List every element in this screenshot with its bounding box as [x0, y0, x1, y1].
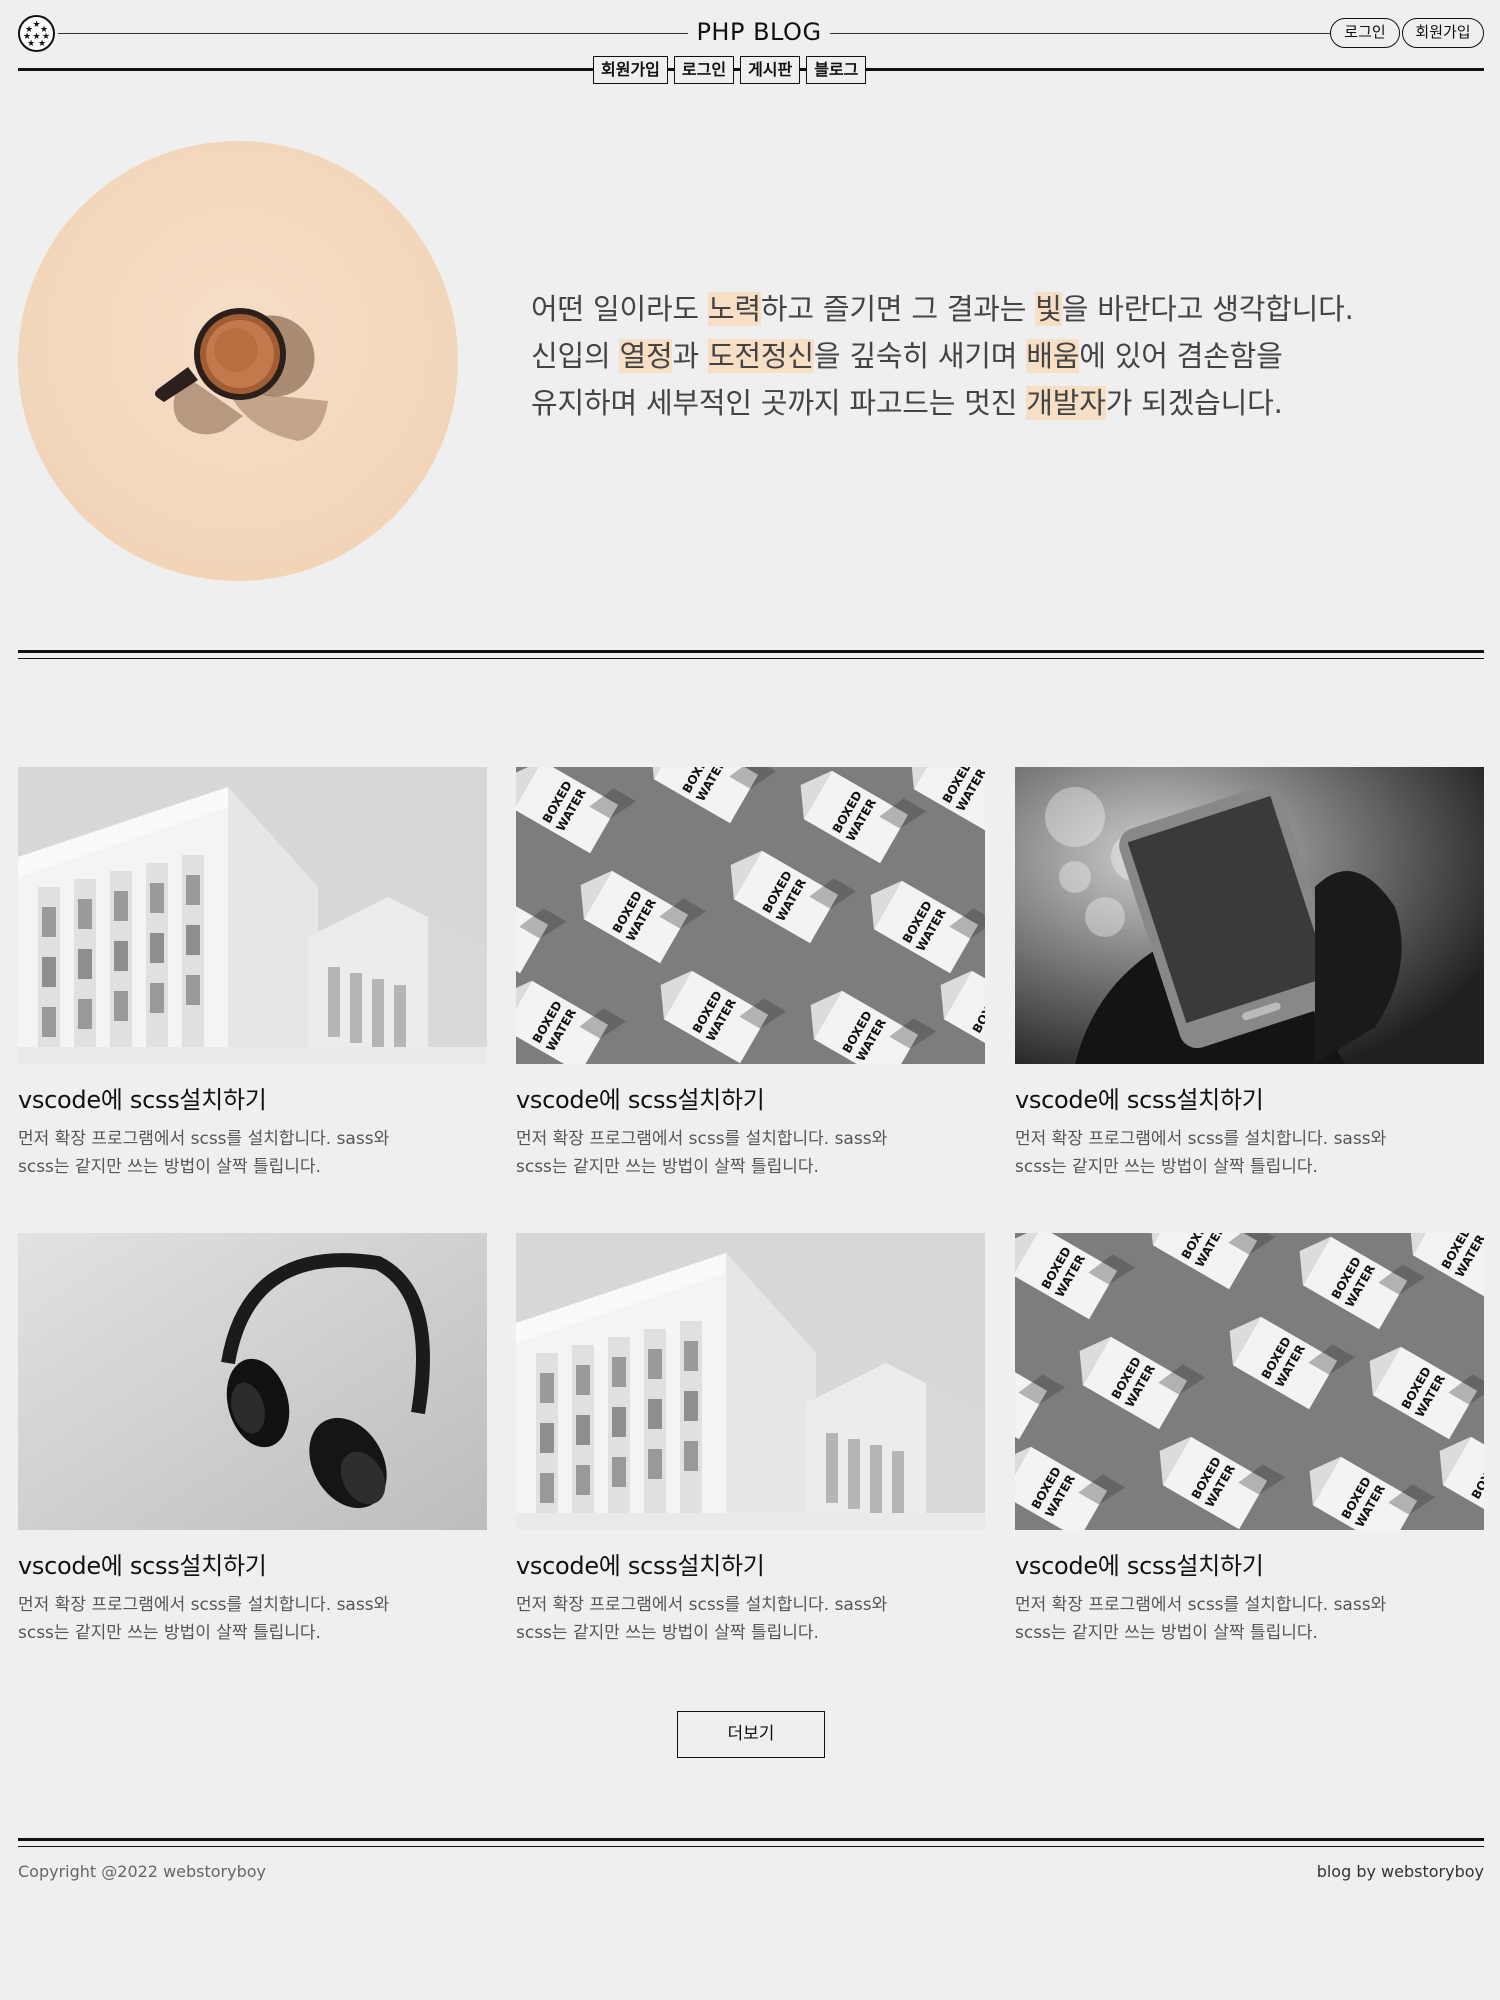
hero-highlight: 열정 — [619, 339, 673, 373]
post-thumbnail[interactable] — [18, 1233, 487, 1530]
post-excerpt: 먼저 확장 프로그램에서 scss를 설치합니다. sass와 scss는 같지… — [1015, 1125, 1484, 1181]
hero-highlight: 빛 — [1035, 292, 1062, 326]
post-excerpt: 먼저 확장 프로그램에서 scss를 설치합니다. sass와 scss는 같지… — [1015, 1591, 1484, 1647]
post-title[interactable]: vscode에 scss설치하기 — [1015, 1546, 1484, 1581]
hero-text-segment: 유지하며 세부적인 곳까지 파고드는 멋진 — [531, 386, 1027, 420]
header-line-left — [58, 33, 688, 34]
post-excerpt-line: 먼저 확장 프로그램에서 scss를 설치합니다. sass와 — [1015, 1595, 1387, 1615]
section-divider — [18, 650, 1484, 659]
hero-line: 어떤 일이라도 노력하고 즐기면 그 결과는 빛을 바란다고 생각합니다. — [531, 286, 1491, 333]
post-title[interactable]: vscode에 scss설치하기 — [18, 1546, 487, 1581]
post-card[interactable]: vscode에 scss설치하기 먼저 확장 프로그램에서 scss를 설치합니… — [516, 1233, 985, 1647]
footer-divider — [18, 1838, 1484, 1847]
post-card[interactable]: vscode에 scss설치하기 먼저 확장 프로그램에서 scss를 설치합니… — [18, 1233, 487, 1647]
hero-text-segment: 어떤 일이라도 — [531, 292, 708, 326]
post-title[interactable]: vscode에 scss설치하기 — [516, 1546, 985, 1581]
post-excerpt: 먼저 확장 프로그램에서 scss를 설치합니다. sass와 scss는 같지… — [18, 1125, 487, 1181]
header-line-right — [830, 33, 1346, 34]
post-title[interactable]: vscode에 scss설치하기 — [1015, 1080, 1484, 1115]
post-card[interactable]: vscode에 scss설치하기 먼저 확장 프로그램에서 scss를 설치합니… — [1015, 767, 1484, 1181]
footer-credit: blog by webstoryboy — [1316, 1862, 1484, 1881]
more-button[interactable]: 더보기 — [677, 1711, 825, 1758]
post-thumbnail[interactable] — [18, 767, 487, 1064]
svg-text:★: ★ — [38, 39, 46, 49]
main-nav: 회원가입 로그인 게시판 블로그 — [593, 56, 867, 86]
login-button[interactable]: 로그인 — [1330, 18, 1400, 48]
nav-item-login[interactable]: 로그인 — [673, 56, 735, 84]
footer-copyright: Copyright @2022 webstoryboy — [18, 1862, 267, 1881]
signup-button[interactable]: 회원가입 — [1402, 18, 1484, 48]
nav-item-blog[interactable]: 블로그 — [806, 56, 867, 84]
hero-highlight: 개발자 — [1026, 386, 1106, 420]
hero-text-segment: 을 깊숙히 새기며 — [813, 339, 1027, 373]
post-excerpt-line: scss는 같지만 쓰는 방법이 살짝 틀립니다. — [516, 1623, 819, 1643]
post-excerpt-line: 먼저 확장 프로그램에서 scss를 설치합니다. sass와 — [1015, 1129, 1387, 1149]
post-card[interactable]: BOXED WATER BOXED WATER BOXED WATER BOXE… — [1015, 1233, 1484, 1647]
post-thumbnail[interactable]: BOXED WATER BOXED WATER BOXED WATER BOXE… — [516, 767, 985, 1064]
post-excerpt: 먼저 확장 프로그램에서 scss를 설치합니다. sass와 scss는 같지… — [18, 1591, 487, 1647]
nav-item-signup[interactable]: 회원가입 — [593, 56, 668, 84]
post-title[interactable]: vscode에 scss설치하기 — [18, 1080, 487, 1115]
post-title[interactable]: vscode에 scss설치하기 — [516, 1080, 985, 1115]
hero-text-segment: 하고 즐기면 그 결과는 — [760, 292, 1036, 326]
post-card[interactable]: BOXED WATER BOXED WATER BOXED WATER BOXE… — [516, 767, 985, 1181]
hero-highlight: 도전정신 — [707, 339, 814, 373]
post-excerpt-line: 먼저 확장 프로그램에서 scss를 설치합니다. sass와 — [18, 1595, 390, 1615]
site-header: ★ ★ ★ ★ ★ ★ ★ ★ PHP BLOG 로그인 회원가입 회원가입 로그인 게… — [18, 0, 1484, 90]
nav-item-board[interactable]: 게시판 — [740, 56, 801, 84]
hero-highlight: 배움 — [1026, 339, 1080, 373]
post-excerpt: 먼저 확장 프로그램에서 scss를 설치합니다. sass와 scss는 같지… — [516, 1125, 985, 1181]
post-excerpt-line: 먼저 확장 프로그램에서 scss를 설치합니다. sass와 — [18, 1129, 390, 1149]
hero-statement: 어떤 일이라도 노력하고 즐기면 그 결과는 빛을 바란다고 생각합니다. 신입의… — [531, 286, 1491, 427]
post-excerpt-line: scss는 같지만 쓰는 방법이 살짝 틀립니다. — [1015, 1157, 1318, 1177]
hero-text-segment: 과 — [672, 339, 708, 373]
post-excerpt-line: scss는 같지만 쓰는 방법이 살짝 틀립니다. — [1015, 1623, 1318, 1643]
hero-text-segment: 가 되겠습니다. — [1105, 386, 1283, 420]
hero-text-segment: 에 있어 겸손함을 — [1079, 339, 1283, 373]
post-thumbnail[interactable]: BOXED WATER BOXED WATER BOXED WATER BOXE… — [1015, 1233, 1484, 1530]
post-excerpt-line: 먼저 확장 프로그램에서 scss를 설치합니다. sass와 — [516, 1129, 888, 1149]
post-thumbnail[interactable] — [1015, 767, 1484, 1064]
post-card[interactable]: vscode에 scss설치하기 먼저 확장 프로그램에서 scss를 설치합니… — [18, 767, 487, 1181]
hero-text-segment: 을 바란다고 생각합니다. — [1061, 292, 1354, 326]
site-title[interactable]: PHP BLOG — [688, 18, 830, 46]
hero-coffee-image — [18, 141, 458, 581]
post-excerpt-line: scss는 같지만 쓰는 방법이 살짝 틀립니다. — [18, 1623, 321, 1643]
post-excerpt: 먼저 확장 프로그램에서 scss를 설치합니다. sass와 scss는 같지… — [516, 1591, 985, 1647]
hero-line: 신입의 열정과 도전정신을 깊숙히 새기며 배움에 있어 겸손함을 — [531, 333, 1491, 380]
post-excerpt-line: 먼저 확장 프로그램에서 scss를 설치합니다. sass와 — [516, 1595, 888, 1615]
post-excerpt-line: scss는 같지만 쓰는 방법이 살짝 틀립니다. — [516, 1157, 819, 1177]
hero-line: 유지하며 세부적인 곳까지 파고드는 멋진 개발자가 되겠습니다. — [531, 380, 1491, 427]
post-excerpt-line: scss는 같지만 쓰는 방법이 살짝 틀립니다. — [18, 1157, 321, 1177]
hero-highlight: 노력 — [707, 292, 761, 326]
hero-text-segment: 신입의 — [531, 339, 620, 373]
svg-text:★: ★ — [27, 39, 35, 49]
star-logo-icon[interactable]: ★ ★ ★ ★ ★ ★ ★ ★ — [18, 15, 55, 52]
post-thumbnail[interactable] — [516, 1233, 985, 1530]
